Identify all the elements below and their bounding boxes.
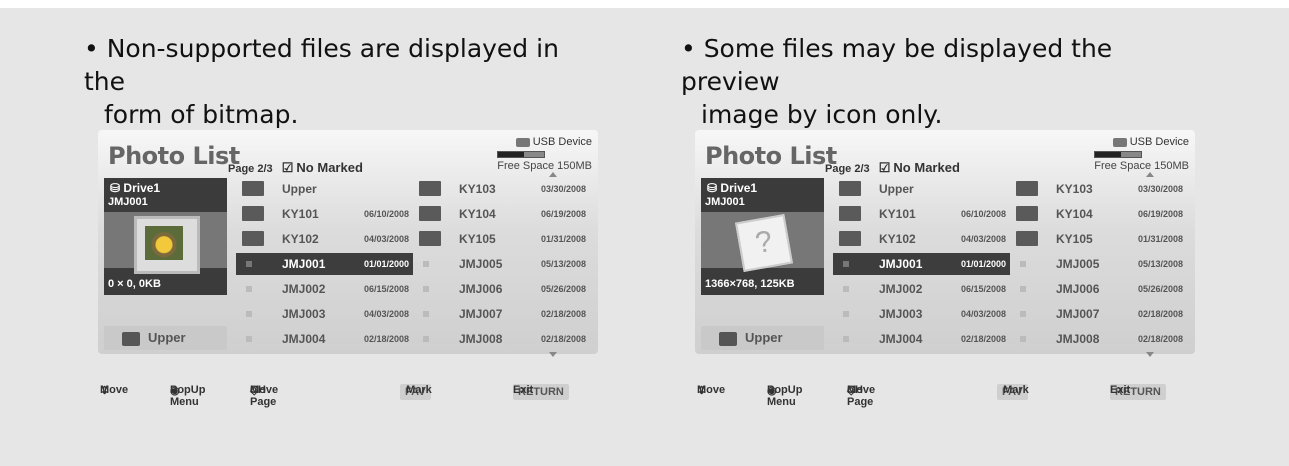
file-icon [423,286,429,292]
photo-list-screen: Photo List Page 2/3 ☑ No Marked USB Devi… [98,130,598,408]
page-background: • Non-supported files are displayed in t… [0,8,1289,466]
upper-button[interactable]: Upper [701,326,824,350]
photo-list-panel: Photo List Page 2/3 ☑ No Marked USB Devi… [695,130,1195,357]
unknown-image-icon: ? [735,214,793,272]
scroll-down-icon[interactable] [1146,352,1154,357]
screen-title: Photo List [705,142,837,170]
file-icon [246,336,252,342]
up-folder-icon [839,181,861,196]
usb-device-status: USB Device Free Space 150MB [497,136,592,172]
page-info: Page 2/3 ☑ No Marked [228,160,363,175]
usb-device-status: USB Device Free Space 150MB [1094,136,1189,172]
file-icon [843,286,849,292]
list-item[interactable]: KY102 04/03/2008 [236,228,413,250]
up-folder-icon [122,331,140,346]
file-icon [423,311,429,317]
list-item[interactable]: JMJ005 05/13/2008 [413,253,590,275]
file-icon [843,311,849,317]
storage-bar [497,151,546,158]
page-info: Page 2/3 ☑ No Marked [825,160,960,175]
list-item[interactable]: JMJ006 05/26/2008 [413,278,590,300]
drive-icon: ⛁ [707,181,718,195]
checkbox-icon: ☑ [878,160,891,175]
list-item-selected[interactable]: JMJ001 01/01/2000 [236,253,413,275]
photo-list-panel: Photo List Page 2/3 ☑ No Marked USB Devi… [98,130,598,357]
preview-info: 1366×768, 125KB [705,278,795,290]
file-icon [1020,286,1026,292]
list-item[interactable]: KY103 03/30/2008 [1010,178,1187,200]
mark-hint: FAV Mark [400,384,432,400]
list-item[interactable]: JMJ002 06/15/2008 [236,278,413,300]
file-icon [246,311,252,317]
file-list: Upper KY101 06/10/2008 KY102 04/03/2008 JM… [833,172,1187,357]
list-item[interactable]: KY104 06/19/2008 [413,203,590,225]
list-item[interactable]: JMJ007 02/18/2008 [413,303,590,325]
up-folder-icon [719,331,737,346]
folder-icon [1016,181,1038,196]
drive-label: ⛁ Drive1 [707,181,758,195]
list-item[interactable]: KY102 04/03/2008 [833,228,1010,250]
list-item[interactable]: Upper [833,178,1010,200]
drive-icon: ⛁ [110,181,121,195]
file-icon [246,286,252,292]
list-item[interactable]: JMJ003 04/03/2008 [833,303,1010,325]
list-item[interactable]: KY104 06/19/2008 [1010,203,1187,225]
file-icon [1020,336,1026,342]
screen-title: Photo List [108,142,240,170]
list-item[interactable]: KY103 03/30/2008 [413,178,590,200]
preview-pane: ⛁ Drive1 JMJ001 ? 1366×768, 125KB [701,178,824,295]
preview-filename: JMJ001 [108,196,148,208]
list-item[interactable]: JMJ004 02/18/2008 [236,328,413,350]
list-item[interactable]: JMJ005 05/13/2008 [1010,253,1187,275]
list-item[interactable]: JMJ008 02/18/2008 [1010,328,1187,350]
list-item[interactable]: JMJ007 02/18/2008 [1010,303,1187,325]
storage-bar [1094,151,1143,158]
list-item-selected[interactable]: JMJ001 01/01/2000 [833,253,1010,275]
file-list: Upper KY101 06/10/2008 KY102 04/03/2008 JM… [236,172,590,357]
bitmap-thumbnail [134,216,200,274]
file-icon [246,261,252,267]
bullet-text: • Some files may be displayed the previe… [681,34,1113,129]
folder-icon [419,181,441,196]
preview-filename: JMJ001 [705,196,745,208]
drive-label: ⛁ Drive1 [110,181,161,195]
usb-icon [515,137,530,147]
file-icon [1020,261,1026,267]
folder-icon [242,231,264,246]
upper-button[interactable]: Upper [104,326,227,350]
list-item[interactable]: KY105 01/31/2008 [1010,228,1187,250]
file-icon [1020,311,1026,317]
photo-list-screen: Photo List Page 2/3 ☑ No Marked USB Devi… [695,130,1195,408]
up-folder-icon [242,181,264,196]
scroll-up-icon[interactable] [549,172,557,177]
list-item[interactable]: JMJ004 02/18/2008 [833,328,1010,350]
file-icon [423,336,429,342]
scroll-down-icon[interactable] [549,352,557,357]
folder-icon [1016,231,1038,246]
list-item[interactable]: KY101 06/10/2008 [236,203,413,225]
folder-icon [839,206,861,221]
list-item[interactable]: KY105 01/31/2008 [413,228,590,250]
folder-icon [242,206,264,221]
mark-hint: FAV Mark [997,384,1029,400]
folder-icon [1016,206,1038,221]
file-icon [843,261,849,267]
usb-icon [1112,137,1127,147]
scroll-up-icon[interactable] [1146,172,1154,177]
list-item[interactable]: JMJ006 05/26/2008 [1010,278,1187,300]
list-item[interactable]: KY101 06/10/2008 [833,203,1010,225]
list-item[interactable]: JMJ003 04/03/2008 [236,303,413,325]
bullet-text: • Non-supported files are displayed in t… [84,34,559,129]
list-item[interactable]: JMJ002 06/15/2008 [833,278,1010,300]
list-item[interactable]: JMJ008 02/18/2008 [413,328,590,350]
file-icon [423,261,429,267]
list-item[interactable]: Upper [236,178,413,200]
preview-info: 0 × 0, 0KB [108,278,161,290]
checkbox-icon: ☑ [281,160,294,175]
preview-pane: ⛁ Drive1 JMJ001 0 × 0, 0KB [104,178,227,295]
folder-icon [839,231,861,246]
folder-icon [419,231,441,246]
folder-icon [419,206,441,221]
file-icon [843,336,849,342]
